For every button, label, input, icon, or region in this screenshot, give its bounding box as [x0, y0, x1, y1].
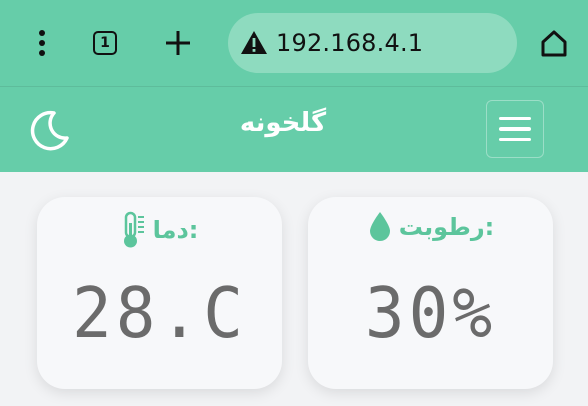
humidity-value: 30% [364, 273, 497, 354]
more-vert-icon [39, 30, 45, 56]
home-icon [541, 30, 567, 57]
temperature-card-header: دما: [37, 211, 282, 249]
humidity-card-header: رطوبت: [308, 211, 553, 243]
tab-count: 1 [93, 31, 117, 55]
url-text: 192.168.4.1 [276, 29, 424, 57]
not-secure-warning-icon[interactable] [240, 30, 270, 56]
menu-icon-bar [499, 137, 531, 142]
menu-button[interactable] [486, 100, 544, 158]
new-tab-button[interactable] [156, 13, 200, 73]
home-button[interactable] [532, 13, 576, 73]
browser-menu-button[interactable] [22, 13, 62, 73]
browser-toolbar: 1 192.168.4.1 [0, 0, 588, 86]
menu-icon-bar [499, 116, 531, 121]
temperature-value: 28.C [72, 273, 247, 354]
thermometer-icon [123, 211, 144, 248]
tab-switcher-button[interactable]: 1 [84, 13, 126, 73]
water-drop-icon [369, 212, 390, 241]
menu-icon-bar [499, 127, 531, 131]
temperature-card: دما: 28.C [37, 197, 282, 389]
page-title-text: گلخونه [239, 108, 327, 138]
humidity-card: رطوبت: 30% [308, 197, 553, 389]
plus-icon [166, 31, 190, 55]
temperature-label: دما: [152, 216, 199, 244]
address-bar[interactable]: 192.168.4.1 [228, 13, 517, 73]
app-header: گلخونه [0, 86, 588, 172]
humidity-label: رطوبت: [398, 213, 495, 241]
